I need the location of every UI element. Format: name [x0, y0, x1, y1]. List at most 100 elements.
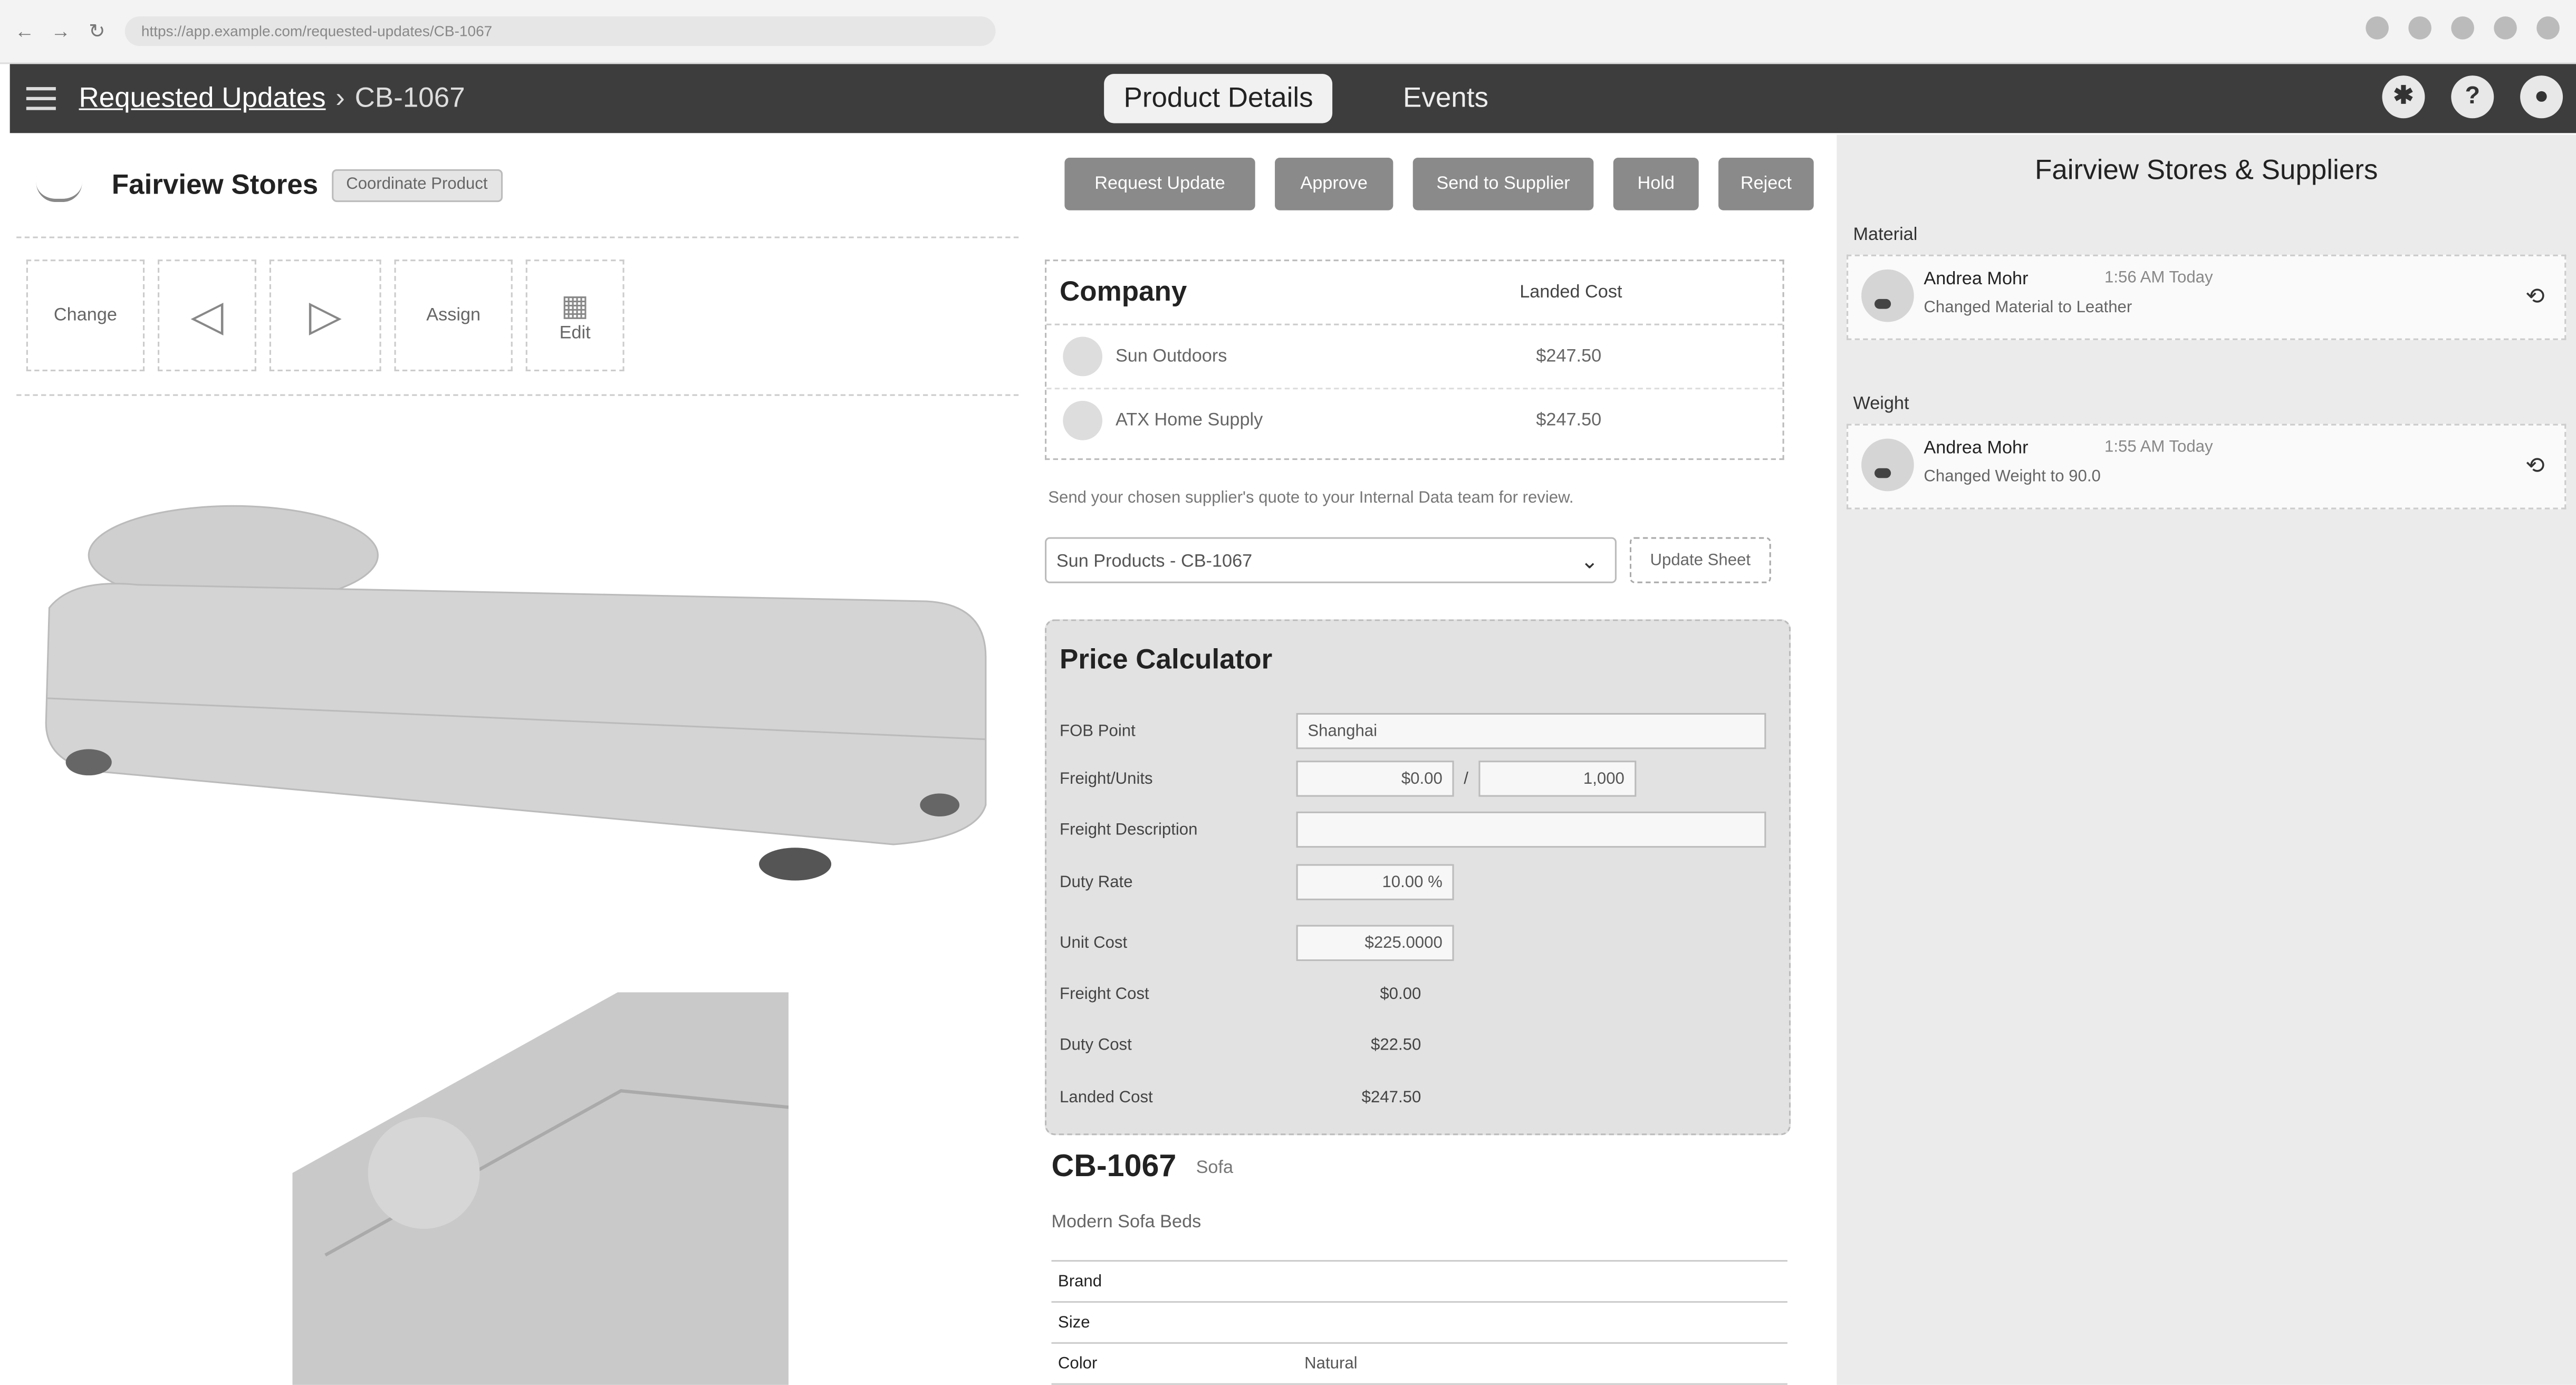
landed-cost-total: $247.50 — [1361, 1088, 1421, 1107]
company-header: Fairview Stores Coordinate Product — [26, 156, 503, 215]
select-value: Sun Products - CB-1067 — [1056, 552, 1253, 572]
column-header-landed-cost: Landed Cost — [1520, 282, 1622, 303]
history-time: 1:55 AM Today — [2104, 438, 2213, 457]
address-bar[interactable]: https://app.example.com/requested-update… — [124, 16, 996, 46]
grid-icon: ▦ — [561, 288, 589, 321]
landed-cost-label: Landed Cost — [1060, 1088, 1153, 1107]
history-author: Andrea Mohr — [1924, 269, 2029, 290]
history-group-label: Weight — [1853, 394, 1909, 414]
chevron-right-icon: ▷ — [309, 290, 342, 340]
history-card: Andrea Mohr 1:55 AM Today Changed Weight… — [1847, 424, 2567, 509]
supplier-quote-select[interactable]: Sun Products - CB-1067 ⌄ — [1045, 537, 1617, 583]
change-tool-button[interactable]: Change — [26, 259, 145, 371]
unit-cost-input[interactable]: $225.0000 — [1296, 925, 1454, 961]
supplier-cost-table: Company Landed Cost Sun Outdoors $247.50… — [1045, 259, 1784, 460]
column-header-company: Company — [1060, 276, 1187, 307]
help-icon[interactable]: ? — [2451, 75, 2494, 119]
freight-input[interactable]: $0.00 — [1296, 761, 1454, 797]
avatar — [1861, 438, 1914, 492]
supplier-logo — [1063, 401, 1103, 440]
duty-rate-label: Duty Rate — [1060, 873, 1133, 891]
app-header: Requested Updates › CB-1067 Product Deta… — [9, 64, 2576, 133]
extension-icon[interactable] — [2408, 16, 2431, 40]
history-pane: Fairview Stores & Suppliers Material And… — [1837, 134, 2576, 1385]
history-author: Andrea Mohr — [1924, 438, 2029, 459]
company-name: Fairview Stores — [111, 169, 319, 201]
product-attributes-table: Brand Size Color Natural — [1051, 1260, 1787, 1385]
freight-description-input[interactable] — [1296, 811, 1766, 848]
duty-rate-input[interactable]: 10.00 % — [1296, 864, 1454, 900]
breadcrumb-current: CB-1067 — [354, 82, 465, 113]
history-change: Changed Material to Leather — [1924, 299, 2132, 318]
avatar[interactable]: ● — [2520, 75, 2563, 119]
profile-icon[interactable] — [2536, 16, 2560, 40]
breadcrumb-requested-updates[interactable]: Requested Updates — [79, 82, 326, 115]
settings-icon[interactable]: ✱ — [2382, 75, 2425, 119]
instruction-text: Send your chosen supplier's quote to you… — [1048, 489, 1574, 508]
attribute-key: Size — [1058, 1313, 1090, 1332]
chevron-down-icon: ⌄ — [1580, 549, 1599, 574]
attribute-key: Color — [1058, 1354, 1098, 1373]
app-root: ← → ↻ https://app.example.com/requested-… — [0, 0, 2576, 1385]
tool-label: Assign — [426, 305, 481, 325]
assign-tool-button[interactable]: Assign — [394, 259, 513, 371]
landed-cost-value: $247.50 — [1536, 347, 1602, 367]
image-toolbar: Change ◁ ▷ Assign ▦ Edit — [26, 259, 624, 371]
freight-cost-value: $0.00 — [1380, 985, 1421, 1003]
history-group-label: Material — [1853, 225, 1918, 245]
history-card: Andrea Mohr 1:56 AM Today Changed Materi… — [1847, 254, 2567, 340]
freight-cost-label: Freight Cost — [1060, 985, 1149, 1003]
extension-icon[interactable] — [2366, 16, 2389, 40]
price-calculator: Price Calculator FOB Point Shanghai Frei… — [1045, 619, 1791, 1136]
attribute-value: Natural — [1304, 1354, 1358, 1373]
duty-cost-label: Duty Cost — [1060, 1035, 1132, 1054]
back-icon[interactable]: ← — [13, 20, 36, 43]
reload-icon[interactable]: ↻ — [85, 20, 109, 43]
calculator-title: Price Calculator — [1060, 644, 1273, 676]
prev-image-button[interactable]: ◁ — [158, 259, 256, 371]
extension-icon[interactable] — [2451, 16, 2474, 40]
update-sheet-button[interactable]: Update Sheet — [1629, 537, 1771, 583]
restore-icon[interactable]: ⟲ — [2525, 283, 2545, 311]
fob-label: FOB Point — [1060, 722, 1136, 740]
request-update-button[interactable]: Request Update — [1064, 158, 1255, 210]
table-row[interactable]: ATX Home Supply $247.50 — [1046, 389, 1782, 451]
company-badge: Coordinate Product — [331, 169, 503, 203]
freight-units-input[interactable]: 1,000 — [1478, 761, 1636, 797]
history-title: Fairview Stores & Suppliers — [2034, 154, 2378, 186]
supplier-name: ATX Home Supply — [1115, 410, 1263, 431]
hamburger-menu-icon[interactable] — [26, 87, 56, 110]
history-change: Changed Weight to 90.0 — [1924, 468, 2101, 486]
action-bar: Request Update Approve Send to Supplier … — [1064, 158, 1814, 210]
history-time: 1:56 AM Today — [2104, 269, 2213, 288]
edit-tool-button[interactable]: ▦ Edit — [525, 259, 624, 371]
approve-button[interactable]: Approve — [1275, 158, 1393, 210]
next-image-button[interactable]: ▷ — [269, 259, 381, 371]
send-to-supplier-button[interactable]: Send to Supplier — [1412, 158, 1594, 210]
reject-button[interactable]: Reject — [1718, 158, 1814, 210]
chevron-left-icon: ◁ — [190, 290, 224, 340]
tab-product-details[interactable]: Product Details — [1104, 74, 1333, 123]
product-description: Modern Sofa Beds — [1051, 1212, 1202, 1233]
forward-icon[interactable]: → — [49, 20, 72, 43]
tool-label: Edit — [559, 323, 591, 343]
supplier-name: Sun Outdoors — [1115, 347, 1227, 367]
table-row: Color Natural — [1051, 1344, 1787, 1385]
hold-button[interactable]: Hold — [1613, 158, 1699, 210]
table-row: Brand — [1051, 1260, 1787, 1303]
duty-cost-value: $22.50 — [1371, 1035, 1421, 1054]
per-separator: / — [1464, 770, 1468, 788]
tool-label: Change — [53, 305, 117, 325]
table-row[interactable]: Sun Outdoors $247.50 — [1046, 325, 1783, 390]
avatar — [1861, 269, 1914, 322]
table-row: Size — [1051, 1303, 1787, 1344]
product-image-sofa-angle — [292, 992, 789, 1385]
restore-icon[interactable]: ⟲ — [2525, 452, 2545, 480]
attribute-key: Brand — [1058, 1272, 1102, 1291]
fob-point-input[interactable]: Shanghai — [1296, 713, 1766, 749]
product-sku-title: CB-1067 — [1051, 1150, 1177, 1185]
tab-events[interactable]: Events — [1403, 74, 1488, 123]
freight-description-label: Freight Description — [1060, 820, 1198, 839]
bookmark-icon[interactable] — [2494, 16, 2517, 40]
landed-cost-value: $247.50 — [1536, 410, 1602, 431]
